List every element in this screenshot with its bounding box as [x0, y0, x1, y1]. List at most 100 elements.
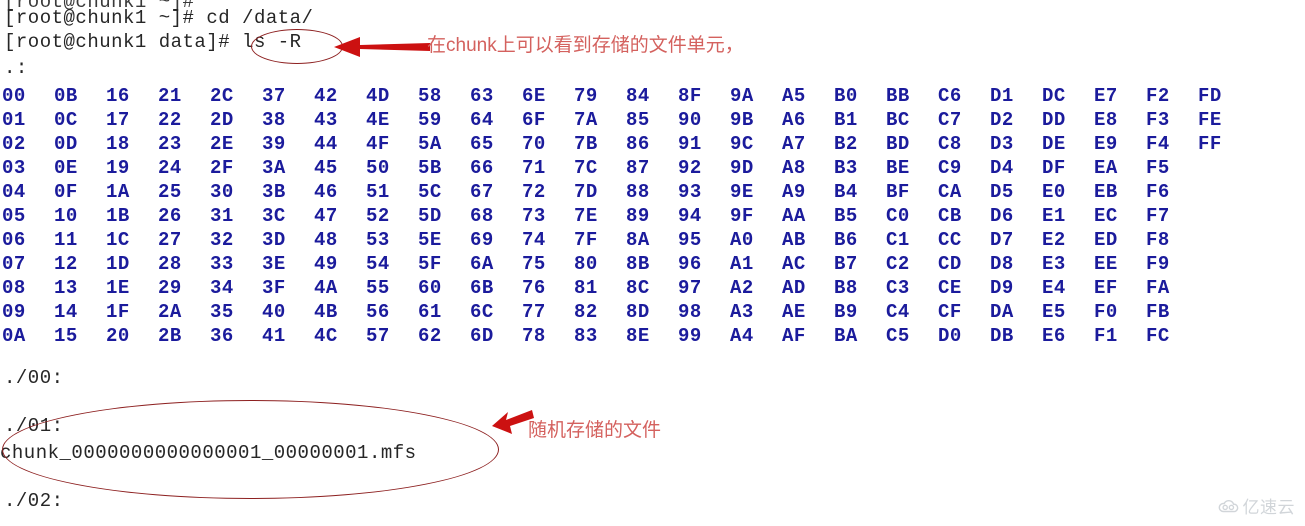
hex-dir-cell: F2 [1146, 85, 1170, 107]
hex-dir-cell: 76 [522, 277, 546, 299]
hex-dir-cell: 39 [262, 133, 286, 155]
hex-dir-cell: 24 [158, 157, 182, 179]
hex-dir-cell: D8 [990, 253, 1014, 275]
hex-dir-cell: 9B [730, 109, 754, 131]
hex-dir-cell: E6 [1042, 325, 1066, 347]
hex-dir-cell: 1A [106, 181, 130, 203]
hex-dir-cell: EF [1094, 277, 1118, 299]
hex-dir-cell: BE [886, 157, 910, 179]
hex-dir-cell: EB [1094, 181, 1118, 203]
hex-dir-cell: E8 [1094, 109, 1118, 131]
hex-dir-cell: 46 [314, 181, 338, 203]
hex-dir-cell: A9 [782, 181, 806, 203]
watermark-label: 亿速云 [1242, 498, 1295, 518]
hex-dir-cell: CB [938, 205, 962, 227]
hex-dir-cell: 93 [678, 181, 702, 203]
hex-dir-cell: FB [1146, 301, 1170, 323]
hex-dir-cell: B6 [834, 229, 858, 251]
hex-dir-cell: D7 [990, 229, 1014, 251]
hex-dir-cell: 7F [574, 229, 598, 251]
hex-dir-cell: AA [782, 205, 806, 227]
hex-dir-cell: B0 [834, 85, 858, 107]
hex-dir-cell: A2 [730, 277, 754, 299]
hex-dir-cell: D6 [990, 205, 1014, 227]
hex-dir-cell: B5 [834, 205, 858, 227]
hex-dir-cell: 26 [158, 205, 182, 227]
hex-dir-cell [1198, 204, 1250, 228]
hex-dir-cell: 80 [574, 253, 598, 275]
hex-dir-cell: 9C [730, 133, 754, 155]
hex-dir-cell: 27 [158, 229, 182, 251]
hex-dir-cell: 19 [106, 157, 130, 179]
hex-dir-cell: 4F [366, 133, 390, 155]
hex-dir-cell: 25 [158, 181, 182, 203]
hex-dir-cell: C1 [886, 229, 910, 251]
screenshot-stage: [root@chunk1 ~]# [root@chunk1 ~]# cd /da… [0, 0, 1305, 526]
hex-dir-cell: 5D [418, 205, 442, 227]
hex-dir-cell: DB [990, 325, 1014, 347]
hex-dir-cell [1198, 324, 1250, 348]
hex-dir-cell: 22 [158, 109, 182, 131]
hex-dir-cell: 02 [2, 133, 26, 155]
hex-dir-cell: E4 [1042, 277, 1066, 299]
hex-dir-cell: B2 [834, 133, 858, 155]
hex-dir-cell: DA [990, 301, 1014, 323]
hex-dir-cell: FD [1198, 85, 1222, 107]
hex-dir-cell: 1D [106, 253, 130, 275]
hex-dir-cell: 7E [574, 205, 598, 227]
hex-dir-cell: 14 [54, 301, 78, 323]
hex-dir-cell: 2E [210, 133, 234, 155]
listing-header-current-dir: .: [4, 57, 28, 79]
hex-dir-cell: 59 [418, 109, 442, 131]
hex-dir-cell: 49 [314, 253, 338, 275]
hex-dir-cell: 01 [2, 109, 26, 131]
hex-dir-cell: FA [1146, 277, 1170, 299]
hex-dir-cell: 0C [54, 109, 78, 131]
terminal-prompt-line-cd: [root@chunk1 ~]# cd /data/ [4, 7, 314, 29]
hex-dir-cell: 44 [314, 133, 338, 155]
hex-dir-cell: B1 [834, 109, 858, 131]
hex-dir-cell: 77 [522, 301, 546, 323]
hex-dir-cell [1198, 228, 1250, 252]
hex-dir-cell: D1 [990, 85, 1014, 107]
hex-dir-cell: 34 [210, 277, 234, 299]
hex-dir-cell: 8D [626, 301, 650, 323]
hex-dir-cell: 3E [262, 253, 286, 275]
hex-dir-cell: F6 [1146, 181, 1170, 203]
hex-directory-grid: 00 0B 16 21 2C 37 42 4D 58 63 6E 79 84 8F 9A A5 B0 BB C6 D1… [2, 84, 1282, 348]
hex-dir-cell [1198, 276, 1250, 300]
hex-dir-cell: 54 [366, 253, 390, 275]
hex-dir-cell: 8F [678, 85, 702, 107]
hex-dir-cell [1198, 156, 1250, 180]
hex-dir-cell [1198, 300, 1250, 324]
hex-dir-cell: 52 [366, 205, 390, 227]
annotation-note-2: 随机存储的文件 [528, 420, 662, 441]
hex-dir-cell: DD [1042, 109, 1066, 131]
hex-dir-cell: 3A [262, 157, 286, 179]
hex-dir-cell: 96 [678, 253, 702, 275]
hex-dir-cell: 21 [158, 85, 182, 107]
hex-dir-cell: EA [1094, 157, 1118, 179]
hex-dir-cell: DF [1042, 157, 1066, 179]
hex-dir-cell: A4 [730, 325, 754, 347]
hex-dir-cell: 37 [262, 85, 286, 107]
hex-dir-cell: 86 [626, 133, 650, 155]
hex-dir-cell: 29 [158, 277, 182, 299]
hex-dir-cell: 45 [314, 157, 338, 179]
hex-dir-cell: 58 [418, 85, 442, 107]
hex-dir-cell: 87 [626, 157, 650, 179]
watermark: 亿速云 [1217, 493, 1296, 518]
hex-dir-cell: FE [1198, 109, 1222, 131]
hex-dir-cell: 81 [574, 277, 598, 299]
hex-dir-cell: 6E [522, 85, 546, 107]
hex-dir-cell: 4A [314, 277, 338, 299]
hex-dir-cell: F5 [1146, 157, 1170, 179]
hex-dir-cell: 61 [418, 301, 442, 323]
hex-dir-cell: 6D [470, 325, 494, 347]
hex-dir-cell: 74 [522, 229, 546, 251]
hex-dir-cell: 6B [470, 277, 494, 299]
hex-dir-cell: B7 [834, 253, 858, 275]
hex-dir-cell: B8 [834, 277, 858, 299]
hex-dir-cell: E2 [1042, 229, 1066, 251]
hex-dir-cell: DC [1042, 85, 1066, 107]
